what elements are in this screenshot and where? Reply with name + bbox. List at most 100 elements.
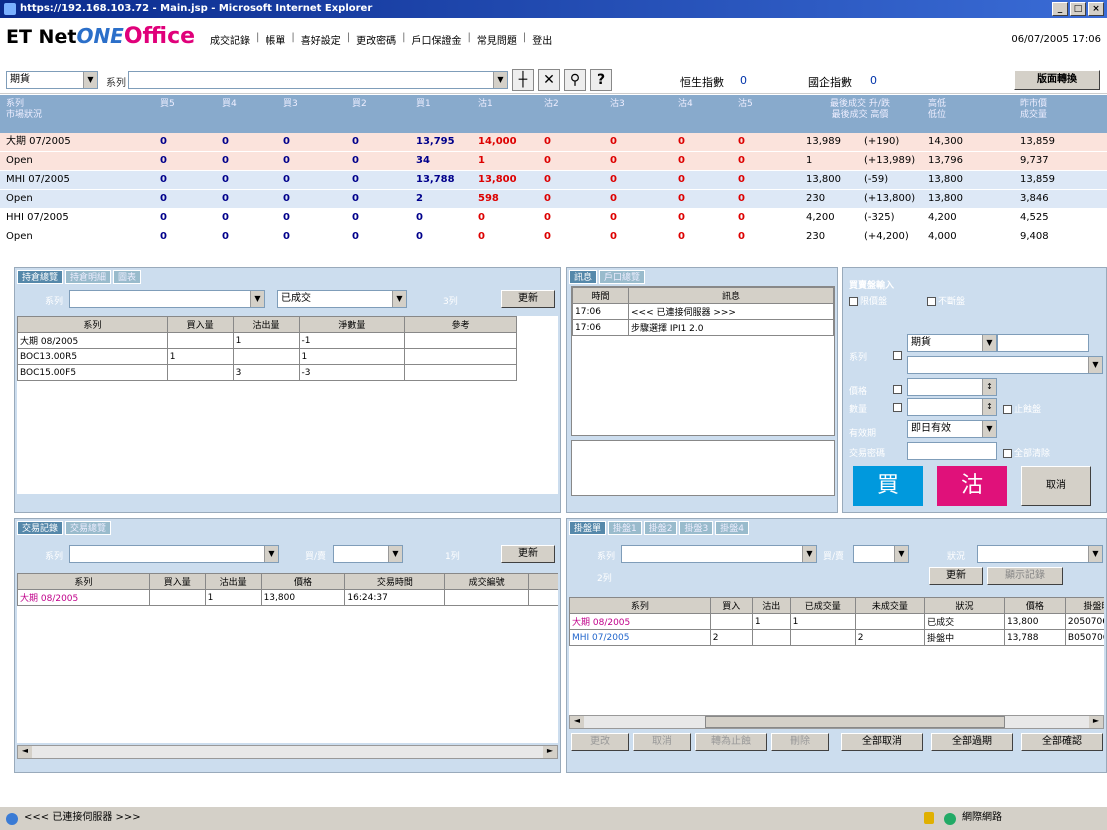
qty-checkbox[interactable] xyxy=(893,403,902,412)
order-series-select[interactable]: ▼ xyxy=(907,356,1103,374)
clear-all-option[interactable]: 全部清除 xyxy=(1003,446,1050,459)
validity-select[interactable]: 即日有效 ▼ xyxy=(907,420,997,438)
table-row[interactable]: 17:06 步驟選擇 IPI1 2.0 xyxy=(572,319,834,336)
cancel-order-button[interactable]: 取消 xyxy=(633,733,691,751)
menu-statement[interactable]: 帳單 xyxy=(265,32,285,47)
table-row[interactable]: MHI 07/200522掛盤中13,788B0507062 xyxy=(569,629,1104,646)
orders-bs-select[interactable]: ▼ xyxy=(853,545,909,563)
close-icon[interactable]: ✕ xyxy=(538,69,560,91)
cancel-button[interactable]: 取消 xyxy=(1021,466,1091,506)
trades-hscrollbar[interactable]: ◄ ► xyxy=(17,745,558,759)
menu-margin[interactable]: 戶口保證金 xyxy=(412,32,462,47)
positions-series-label: 系列 xyxy=(45,297,64,307)
orders-refresh-button[interactable]: 更新 xyxy=(929,567,983,585)
table-row[interactable]: 大期 08/2005 1 13,800 16:24:37 xyxy=(17,589,558,606)
menu-faq[interactable]: 常見問題 xyxy=(477,32,517,47)
cancel-all-button[interactable]: 全部取消 xyxy=(841,733,923,751)
table-row[interactable]: 17:06 <<< 已連接伺服器 >>> xyxy=(572,303,834,320)
modify-order-button[interactable]: 更改 xyxy=(571,733,629,751)
stop-loss-checkbox[interactable] xyxy=(1003,405,1012,414)
menu-preferences[interactable]: 喜好設定 xyxy=(301,32,341,47)
tab-chart[interactable]: 圖表 xyxy=(113,270,142,284)
limit-order-option[interactable]: 限價盤 xyxy=(849,294,887,307)
quote-row[interactable]: 大期 07/2005 0 0 0 0 13,795 14,000 0 0 0 0 13,989 (+19… xyxy=(0,133,1107,151)
qty-input[interactable]: ↕ xyxy=(907,398,997,416)
delete-order-button[interactable]: 刪除 xyxy=(771,733,829,751)
orders-series-select[interactable]: ▼ xyxy=(621,545,817,563)
menu-change-password[interactable]: 更改密碼 xyxy=(356,32,396,47)
quote-row[interactable]: MHI 07/2005 0 0 0 0 13,788 13,800 0 0 0 0 13,800 (-5… xyxy=(0,171,1107,189)
price-checkbox[interactable] xyxy=(893,385,902,394)
quote-row[interactable]: HHI 07/2005 0 0 0 0 0 0 0 0 0 0 4,200 (-325) 4,200 4,5… xyxy=(0,209,1107,227)
quote-cell-b3: 0 xyxy=(283,155,290,166)
quote-cell-vol: 13,859 xyxy=(1020,136,1055,147)
switch-layout-button[interactable]: 版面轉換 xyxy=(1014,70,1100,90)
series-checkbox[interactable] xyxy=(893,351,902,360)
quote-row[interactable]: Open 0 0 0 0 2 598 0 0 0 0 230 (+13,800) 13,800 3,846 xyxy=(0,190,1107,208)
orders-status-select[interactable]: ▼ xyxy=(977,545,1103,563)
sell-button[interactable]: 沽 xyxy=(937,466,1007,506)
tab-messages[interactable]: 訊息 xyxy=(569,270,598,284)
positions-series-select[interactable]: ▼ xyxy=(69,290,265,308)
tab-positions-overview[interactable]: 持倉總覽 xyxy=(17,270,64,284)
scroll-thumb[interactable] xyxy=(705,716,1005,728)
series-input[interactable]: ▼ xyxy=(128,71,508,89)
minimize-button[interactable]: _ xyxy=(1052,2,1068,16)
close-button[interactable]: × xyxy=(1088,2,1104,16)
orders-hscrollbar[interactable]: ◄ ► xyxy=(569,715,1104,729)
table-row[interactable]: 大期 08/2005 11 已成交13,80020507062 xyxy=(569,613,1104,630)
quote-cell-s2: 0 xyxy=(544,155,551,166)
limit-checkbox[interactable] xyxy=(849,297,858,306)
price-input[interactable]: ↕ xyxy=(907,378,997,396)
tab-orders-2[interactable]: 掛盤2 xyxy=(643,521,678,535)
order-series-input[interactable] xyxy=(997,334,1089,352)
add-icon[interactable]: ┼ xyxy=(512,69,534,91)
menu-trade-records[interactable]: 成交記錄 xyxy=(210,32,250,47)
scroll-right-icon[interactable]: ► xyxy=(1089,716,1103,728)
trades-bs-select[interactable]: ▼ xyxy=(333,545,403,563)
expire-all-button[interactable]: 全部過期 xyxy=(931,733,1013,751)
password-input[interactable] xyxy=(907,442,997,460)
quote-row[interactable]: Open 0 0 0 0 34 1 0 0 0 0 1 (+13,989) 13,796 9,737 xyxy=(0,152,1107,170)
tab-trade-records[interactable]: 交易記錄 xyxy=(17,521,64,535)
positions-refresh-button[interactable]: 更新 xyxy=(501,290,555,308)
table-row[interactable]: 大期 08/2005 1 -1 xyxy=(17,332,517,349)
maximize-button[interactable]: □ xyxy=(1070,2,1086,16)
continuous-checkbox[interactable] xyxy=(927,297,936,306)
quote-cell-s4: 0 xyxy=(678,174,685,185)
tab-trade-summary[interactable]: 交易總覽 xyxy=(65,521,112,535)
trades-series-select[interactable]: ▼ xyxy=(69,545,279,563)
tab-positions-detail[interactable]: 持倉明細 xyxy=(65,270,112,284)
convert-stop-button[interactable]: 轉為止蝕 xyxy=(695,733,767,751)
menu-logout[interactable]: 登出 xyxy=(532,32,552,47)
product-select[interactable]: 期貨 ▼ xyxy=(6,71,98,89)
show-records-button[interactable]: 顯示記錄 xyxy=(987,567,1063,585)
quote-cell-name: 大期 07/2005 xyxy=(6,136,71,147)
clear-all-checkbox[interactable] xyxy=(1003,449,1012,458)
stop-loss-option[interactable]: 止蝕盤 xyxy=(1003,402,1041,415)
table-row[interactable]: BOC13.00R5 1 1 xyxy=(17,348,517,365)
help-icon[interactable]: ? xyxy=(590,69,612,91)
tab-orders-1[interactable]: 掛盤1 xyxy=(608,521,642,535)
tab-account[interactable]: 戶口總覽 xyxy=(599,270,646,284)
spinner-icon[interactable]: ↕ xyxy=(982,379,996,395)
order-product-select[interactable]: 期貨 ▼ xyxy=(907,334,997,352)
tab-orders[interactable]: 掛盤單 xyxy=(569,521,607,535)
trades-refresh-button[interactable]: 更新 xyxy=(501,545,555,563)
tab-orders-3[interactable]: 掛盤3 xyxy=(679,521,714,535)
scroll-left-icon[interactable]: ◄ xyxy=(570,716,584,728)
positions-status-select[interactable]: 已成交 ▼ xyxy=(277,290,407,308)
confirm-all-button[interactable]: 全部確認 xyxy=(1021,733,1103,751)
tab-orders-4[interactable]: 掛盤4 xyxy=(715,521,749,535)
search-icon[interactable]: ⚲ xyxy=(564,69,586,91)
quote-cell-b5: 0 xyxy=(160,136,167,147)
table-row[interactable]: BOC15.00F5 3 -3 xyxy=(17,364,517,381)
app-header: ET NetONEOffice 成交記錄 | 帳單 | 喜好設定 | 更改密碼 | 戶口… xyxy=(0,18,1107,66)
scroll-left-icon[interactable]: ◄ xyxy=(18,746,32,758)
spinner-icon[interactable]: ↕ xyxy=(982,399,996,415)
scroll-right-icon[interactable]: ► xyxy=(543,746,557,758)
continuous-order-option[interactable]: 不斷盤 xyxy=(927,294,965,307)
quote-cell-vol: 9,737 xyxy=(1020,155,1049,166)
quote-row[interactable]: Open 0 0 0 0 0 0 0 0 0 0 230 (+4,200) 4,000 9,408 xyxy=(0,228,1107,246)
buy-button[interactable]: 買 xyxy=(853,466,923,506)
